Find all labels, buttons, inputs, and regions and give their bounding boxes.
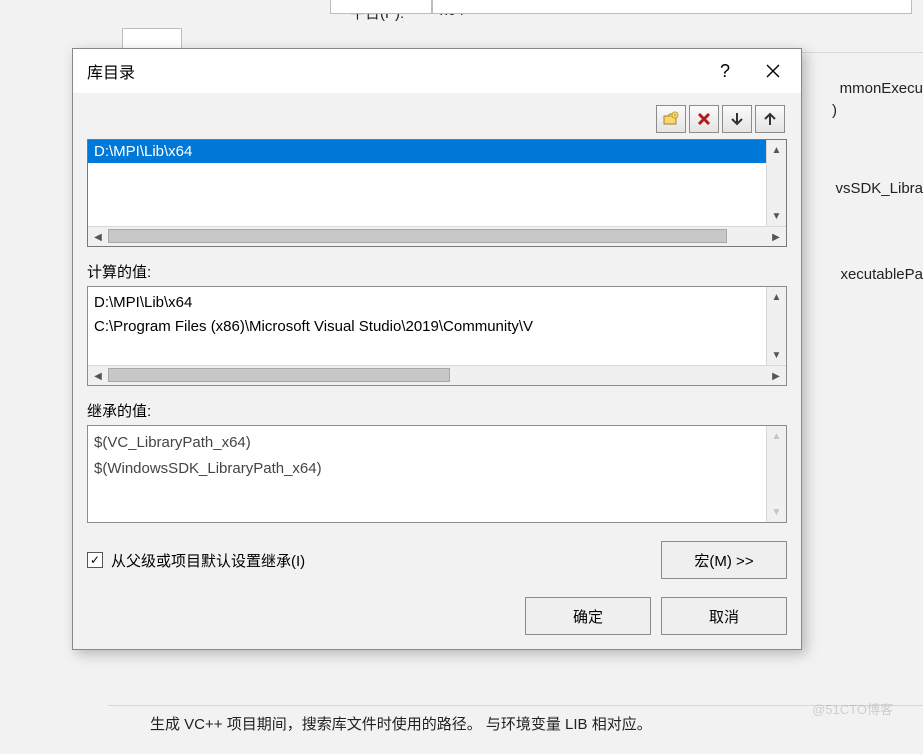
bg-box (432, 0, 912, 14)
inherit-from-parent-checkbox[interactable]: ✓ 从父级或项目默认设置继承(I) (87, 550, 305, 571)
bg-divider (108, 705, 923, 706)
bg-text-fragment: mmonExecu (840, 80, 923, 97)
list-item[interactable]: D:\MPI\Lib\x64 (88, 140, 766, 163)
move-down-button[interactable] (722, 105, 752, 133)
bg-text-fragment: xecutablePa (840, 266, 923, 283)
move-up-button[interactable] (755, 105, 785, 133)
arrow-up-icon (762, 111, 778, 127)
scroll-down-icon[interactable]: ▼ (767, 206, 786, 226)
arrow-down-icon (729, 111, 745, 127)
computed-value-line: D:\MPI\Lib\x64 (94, 291, 760, 315)
scrollbar-track[interactable] (108, 227, 766, 246)
scroll-up-icon[interactable]: ▲ (767, 140, 786, 160)
bg-text-fragment: vsSDK_Libra (835, 180, 923, 197)
watermark: @51CTO博客 (812, 699, 893, 718)
computed-value-line: C:\Program Files (x86)\Microsoft Visual … (94, 315, 760, 339)
cancel-button[interactable]: 取消 (661, 597, 787, 635)
macros-button[interactable]: 宏(M) >> (661, 541, 787, 579)
scroll-up-icon[interactable]: ▲ (767, 287, 786, 307)
bg-text-fragment: ) (832, 102, 837, 119)
vertical-scrollbar: ▲ ▼ (766, 426, 786, 522)
inherit-checkbox-label: 从父级或项目默认设置继承(I) (111, 550, 305, 571)
directories-listbox[interactable]: D:\MPI\Lib\x64 ▲ ▼ ◀ ▶ (87, 139, 787, 247)
delete-line-button[interactable] (689, 105, 719, 133)
vertical-scrollbar[interactable]: ▲ ▼ (766, 287, 786, 365)
bg-footer-hint: 生成 VC++ 项目期间，搜索库文件时使用的路径。 与环境变量 LIB 相对应。 (150, 713, 652, 734)
inherited-value-line: $(WindowsSDK_LibraryPath_x64) (94, 456, 760, 482)
scrollbar-thumb[interactable] (108, 368, 450, 382)
scroll-right-icon[interactable]: ▶ (766, 227, 786, 247)
scroll-down-icon: ▼ (767, 502, 786, 522)
scrollbar-track[interactable] (108, 366, 766, 385)
help-button[interactable]: ? (701, 53, 749, 89)
inherited-value-line: $(VC_LibraryPath_x64) (94, 430, 760, 456)
computed-values-box: D:\MPI\Lib\x64 C:\Program Files (x86)\Mi… (87, 286, 787, 386)
new-line-button[interactable] (656, 105, 686, 133)
checkmark-icon: ✓ (87, 552, 103, 568)
close-icon (766, 64, 780, 78)
inherited-values-label: 继承的值: (87, 400, 787, 421)
close-button[interactable] (749, 53, 797, 89)
ok-button[interactable]: 确定 (525, 597, 651, 635)
delete-icon (696, 111, 712, 127)
dialog-title: 库目录 (87, 59, 701, 83)
scroll-up-icon: ▲ (767, 426, 786, 446)
horizontal-scrollbar[interactable]: ◀ ▶ (88, 365, 786, 385)
inherited-values-box: $(VC_LibraryPath_x64) $(WindowsSDK_Libra… (87, 425, 787, 523)
library-directories-dialog: 库目录 ? (72, 48, 802, 650)
bg-box (330, 0, 432, 14)
scroll-right-icon[interactable]: ▶ (766, 366, 786, 386)
computed-values-label: 计算的值: (87, 261, 787, 282)
titlebar: 库目录 ? (73, 49, 801, 93)
scrollbar-thumb[interactable] (108, 229, 727, 243)
horizontal-scrollbar[interactable]: ◀ ▶ (88, 226, 786, 246)
scroll-left-icon[interactable]: ◀ (88, 227, 108, 247)
scroll-down-icon[interactable]: ▼ (767, 345, 786, 365)
new-folder-icon (663, 111, 679, 127)
vertical-scrollbar[interactable]: ▲ ▼ (766, 140, 786, 226)
list-toolbar (87, 105, 787, 133)
scroll-left-icon[interactable]: ◀ (88, 366, 108, 386)
